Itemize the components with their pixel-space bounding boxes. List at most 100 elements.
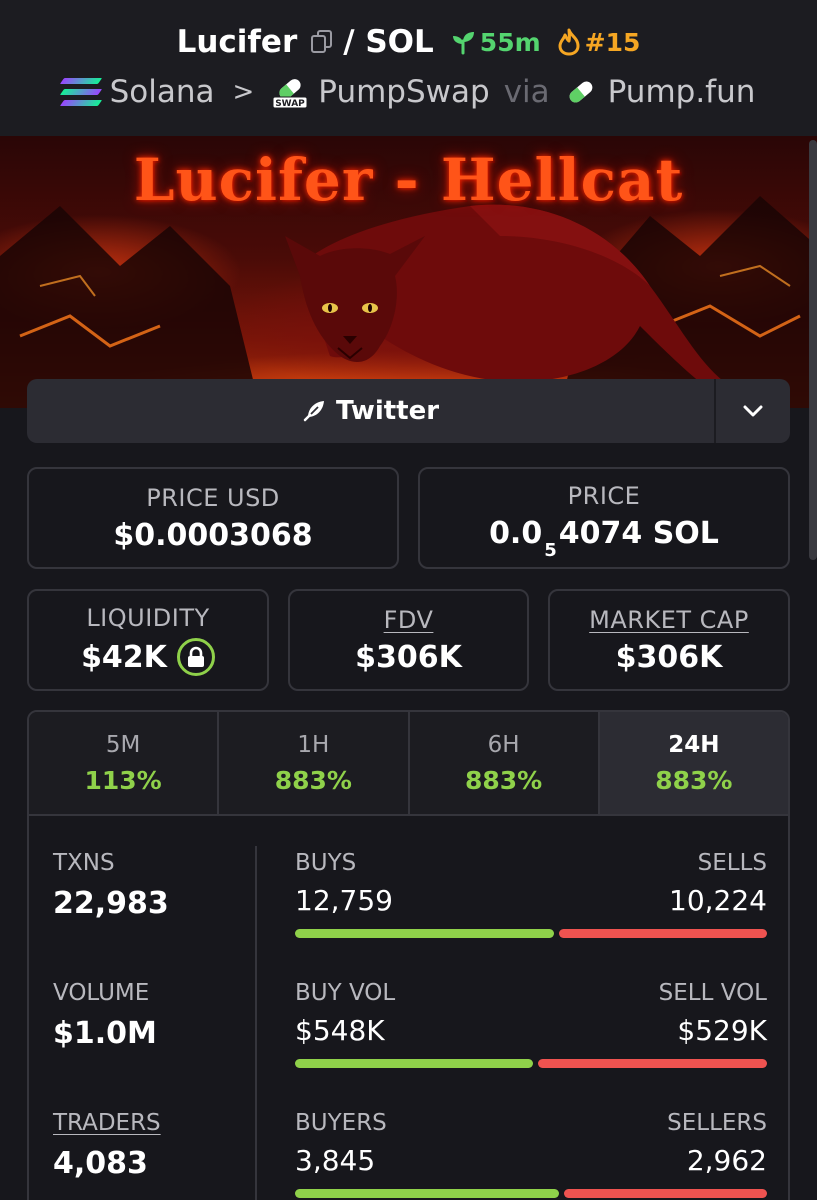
buyers-value: 3,845 <box>295 1144 376 1177</box>
page-scrollbar[interactable] <box>809 140 817 560</box>
liquidity-label: LIQUIDITY <box>86 604 210 632</box>
tab-label: 6H <box>487 731 520 758</box>
tab-change: 883% <box>274 765 352 795</box>
pair-age: 55m <box>450 28 541 57</box>
tab-6h[interactable]: 6H 883% <box>409 712 600 814</box>
token-banner: Lucifer - Hellcat <box>0 136 817 408</box>
sellers-bar-segment <box>563 1189 767 1198</box>
title-row: Lucifer / SOL 55m #15 <box>0 18 817 66</box>
twitter-button[interactable]: Twitter <box>27 379 714 443</box>
txns-value: 22,983 <box>53 886 169 921</box>
price-native-value: 0.0 54074 SOL <box>489 515 719 561</box>
banner-title: Lucifer - Hellcat <box>133 146 684 214</box>
buyers-bar-segment <box>295 1189 559 1198</box>
sells-label: SELLS <box>697 850 767 876</box>
buys-sells-stat: BUYS SELLS 12,759 10,224 <box>295 850 767 938</box>
traders-label[interactable]: TRADERS <box>53 1110 161 1136</box>
column-divider <box>255 846 257 1200</box>
liquidity-card: LIQUIDITY $42K <box>27 589 269 691</box>
tab-change: 113% <box>84 765 162 795</box>
volume-split-bar <box>295 1059 767 1068</box>
pill-icon <box>569 81 593 103</box>
sell-vol-value: $529K <box>677 1014 767 1047</box>
token-name: Lucifer <box>176 24 298 60</box>
liquidity-value: $42K <box>81 639 167 675</box>
traders-value: 4,083 <box>53 1146 148 1181</box>
dex-badge-text: SWAP <box>276 99 306 109</box>
volume-split-stat: BUY VOL SELL VOL $548K $529K <box>295 980 767 1068</box>
tab-label: 24H <box>668 731 720 758</box>
sells-value: 10,224 <box>669 884 767 917</box>
price-prefix: 0.0 <box>489 515 543 551</box>
price-usd-value: $0.0003068 <box>113 517 313 553</box>
traders-split-bar <box>295 1189 767 1198</box>
flame-icon <box>558 28 580 56</box>
feather-icon <box>303 401 324 422</box>
price-native-label: PRICE <box>567 481 641 510</box>
trending-rank[interactable]: #15 <box>557 27 641 57</box>
launchpad-link[interactable]: Pump.fun <box>608 74 756 110</box>
sells-bar-segment <box>559 929 767 938</box>
tab-1h[interactable]: 1H 883% <box>219 712 410 814</box>
timeframe-tabs: 5M 113% 1H 883% 6H 883% 24H 883% <box>29 712 788 816</box>
price-native-card: PRICE 0.0 54074 SOL <box>418 467 790 569</box>
market-cap-label[interactable]: MARKET CAP <box>589 606 749 634</box>
tab-label: 5M <box>105 731 141 758</box>
liquidity-value-row: $42K <box>81 638 215 676</box>
seedling-icon <box>452 32 474 55</box>
sell-vol-bar-segment <box>537 1059 767 1068</box>
buys-sells-bar <box>295 929 767 938</box>
buys-bar-segment <box>295 929 555 938</box>
pair-header: Lucifer / SOL 55m #15 Solana > SWAP Pump… <box>0 0 817 136</box>
chevron-down-icon <box>743 405 763 417</box>
tab-change: 883% <box>655 765 733 795</box>
traders-split-stat: BUYERS SELLERS 3,845 2,962 <box>295 1110 767 1198</box>
buy-vol-label: BUY VOL <box>295 980 396 1006</box>
lock-icon[interactable] <box>176 638 215 676</box>
txns-stat: TXNS 22,983 <box>53 850 169 921</box>
pumpswap-icon: SWAP <box>272 75 308 109</box>
sellers-value: 2,962 <box>686 1144 767 1177</box>
buys-value: 12,759 <box>295 884 393 917</box>
tab-label: 1H <box>297 731 330 758</box>
solana-icon <box>59 78 102 106</box>
breadcrumb: Solana > SWAP PumpSwap via Pump.fun <box>0 70 817 114</box>
rank-text: #15 <box>584 27 641 57</box>
sell-vol-label: SELL VOL <box>658 980 767 1006</box>
summary-column: TXNS 22,983 VOLUME $1.0M TRADERS 4,083 <box>29 816 257 1200</box>
market-cap-value: $306K <box>615 639 723 675</box>
tab-change: 883% <box>465 765 543 795</box>
volume-value: $1.0M <box>53 1016 157 1051</box>
txns-label: TXNS <box>53 850 115 876</box>
more-links-button[interactable] <box>714 379 790 443</box>
copy-icon[interactable] <box>309 29 333 55</box>
tab-24h[interactable]: 24H 883% <box>599 712 788 814</box>
breadcrumb-separator: > <box>232 77 255 107</box>
price-usd-label: PRICE USD <box>146 483 280 512</box>
fdv-value: $306K <box>355 639 462 675</box>
sellers-label: SELLERS <box>667 1110 767 1136</box>
stats-panel: 5M 113% 1H 883% 6H 883% 24H 883% TXNS 22… <box>27 710 790 1200</box>
price-zero-count: 5 <box>544 539 557 561</box>
via-text: via <box>503 74 550 110</box>
chain-link[interactable]: Solana <box>110 74 215 110</box>
trade-stats: TXNS 22,983 VOLUME $1.0M TRADERS 4,083 B… <box>29 816 788 1200</box>
traders-stat[interactable]: TRADERS 4,083 <box>53 1110 161 1181</box>
volume-label: VOLUME <box>53 980 150 1006</box>
tab-5m[interactable]: 5M 113% <box>29 712 220 814</box>
price-digits: 4074 SOL <box>558 515 719 551</box>
market-cap-card[interactable]: MARKET CAP $306K <box>548 589 790 691</box>
token-page: Lucifer / SOL 55m #15 Solana > SWAP Pump… <box>0 0 817 1200</box>
dex-link[interactable]: PumpSwap <box>318 74 489 110</box>
buy-vol-bar-segment <box>295 1059 533 1068</box>
fdv-card[interactable]: FDV $306K <box>288 589 529 691</box>
fdv-label[interactable]: FDV <box>384 606 434 634</box>
age-text: 55m <box>479 27 541 57</box>
buyers-label: BUYERS <box>295 1110 387 1136</box>
twitter-label: Twitter <box>335 396 440 426</box>
buys-label: BUYS <box>295 850 357 876</box>
buy-vol-value: $548K <box>295 1014 385 1047</box>
price-usd-card: PRICE USD $0.0003068 <box>27 467 399 569</box>
social-links: Twitter <box>27 379 790 443</box>
volume-stat: VOLUME $1.0M <box>53 980 157 1051</box>
